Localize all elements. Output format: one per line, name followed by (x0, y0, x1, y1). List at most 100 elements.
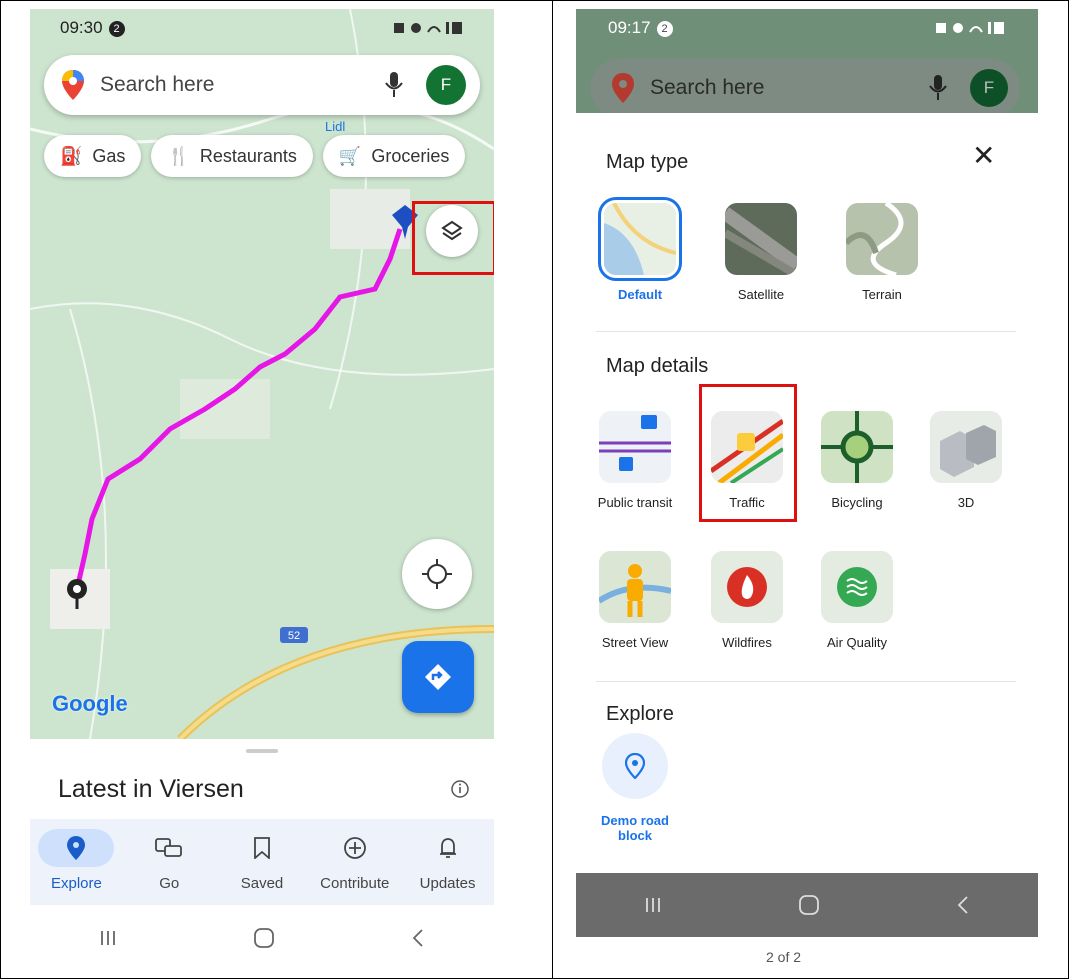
satellite-map-thumbnail (725, 203, 797, 275)
divider (596, 331, 1016, 332)
chip-groceries-label: Groceries (371, 145, 450, 166)
detail-public-transit[interactable]: Public transit (580, 411, 690, 510)
layers-panel: Map type ✕ Default Satellite Terrain Map… (576, 113, 1038, 873)
directions-icon (425, 664, 451, 690)
terrain-map-thumbnail (846, 203, 918, 275)
info-icon[interactable] (450, 779, 470, 799)
tab-saved[interactable]: Saved (216, 819, 309, 905)
gas-pump-icon: ⛽ (60, 145, 83, 166)
recent-apps-icon[interactable] (643, 895, 663, 915)
origin-pin-icon (67, 579, 87, 609)
detail-bicycling[interactable]: Bicycling (802, 411, 912, 510)
layers-panel-screen: 09:17 2 Search here F Map type ✕ Default (576, 9, 1038, 971)
sheet-drag-handle[interactable] (246, 749, 278, 753)
directions-button[interactable] (402, 641, 474, 713)
location-pin-icon (625, 753, 645, 779)
demo-road-block-button[interactable] (602, 733, 668, 799)
bottom-sheet[interactable]: Latest in Viersen Explore Go Saved Contr… (30, 739, 494, 971)
detail-bicycling-label: Bicycling (831, 495, 883, 510)
air-quality-thumbnail (821, 551, 893, 623)
detail-street-view[interactable]: Street View (580, 551, 690, 650)
detail-air-quality[interactable]: Air Quality (802, 551, 912, 650)
demo-road-block-label[interactable]: Demo road block (590, 813, 680, 843)
road-label: 52 (288, 630, 300, 642)
crosshair-icon (422, 559, 452, 589)
tab-go-label: Go (159, 875, 180, 892)
status-time: 09:17 (608, 18, 651, 37)
commute-icon (155, 838, 183, 857)
back-icon[interactable] (955, 894, 971, 916)
map-type-satellite[interactable]: Satellite (706, 203, 816, 302)
lidl-label: Lidl (325, 119, 345, 134)
detail-3d-label: 3D (957, 495, 975, 510)
bottom-navigation: Explore Go Saved Contribute Updates (30, 819, 494, 905)
home-icon[interactable] (253, 927, 275, 949)
bell-icon (439, 838, 456, 858)
chip-gas[interactable]: ⛽ Gas (44, 135, 142, 177)
google-logo: Google (52, 691, 128, 716)
cart-icon: 🛒 (338, 145, 362, 166)
home-icon[interactable] (798, 894, 820, 916)
bicycling-thumbnail (821, 411, 893, 483)
map-type-default[interactable]: Default (585, 197, 695, 302)
tab-explore[interactable]: Explore (30, 819, 123, 905)
tab-contribute-label: Contribute (320, 875, 390, 892)
traffic-highlight-box (699, 384, 797, 522)
maps-home-screen: 52 Lidl 09:30 2 Search here F ⛽ Gas 🍴 Resta… (30, 9, 494, 971)
detail-wildfires[interactable]: Wildfires (692, 551, 802, 650)
public-transit-thumbnail (599, 411, 671, 483)
status-time: 09:30 (60, 18, 103, 37)
map-details-title: Map details (606, 355, 709, 377)
recent-apps-icon[interactable] (98, 928, 118, 948)
tab-go[interactable]: Go (123, 819, 216, 905)
detail-street-view-label: Street View (601, 635, 669, 650)
category-chips: ⛽ Gas 🍴 Restaurants 🛒 Groceries (44, 135, 466, 177)
map-type-default-label: Default (617, 287, 663, 302)
detail-air-quality-label: Air Quality (827, 635, 887, 650)
search-input: Search here (650, 76, 765, 99)
signal-icons (394, 22, 462, 34)
notification-badge: 2 (656, 20, 673, 37)
chip-groceries[interactable]: 🛒 Groceries (322, 135, 466, 177)
street-view-thumbnail (599, 551, 671, 623)
detail-3d[interactable]: 3D (911, 411, 1021, 510)
status-bar: 09:17 2 (576, 9, 1038, 47)
wildfires-thumbnail (711, 551, 783, 623)
maps-pin-logo-icon (612, 73, 634, 103)
status-icons (394, 20, 464, 36)
detail-public-transit-label: Public transit (597, 495, 673, 510)
account-avatar[interactable]: F (426, 65, 466, 105)
notification-badge: 2 (108, 20, 125, 37)
sheet-title: Latest in Viersen (58, 775, 244, 803)
add-circle-icon (343, 837, 366, 859)
tab-updates-label: Updates (419, 875, 476, 892)
microphone-icon[interactable] (384, 72, 404, 98)
layers-highlight-box (412, 201, 494, 275)
map-canvas[interactable]: 52 Lidl (30, 9, 494, 739)
account-avatar: F (970, 69, 1008, 107)
search-bar[interactable]: Search here F (44, 55, 480, 115)
map-type-title: Map type (606, 151, 689, 173)
left-screenshot-frame: 52 Lidl 09:30 2 Search here F ⛽ Gas 🍴 Resta… (0, 0, 553, 979)
my-location-button[interactable] (402, 539, 472, 609)
system-navigation-bar (30, 905, 494, 971)
fork-knife-icon: 🍴 (167, 145, 190, 166)
tab-contribute[interactable]: Contribute (308, 819, 401, 905)
3d-thumbnail (930, 411, 1002, 483)
tab-saved-label: Saved (240, 875, 284, 892)
maps-pin-logo-icon (62, 70, 84, 100)
map-type-terrain-label: Terrain (862, 287, 902, 302)
search-input[interactable]: Search here (100, 73, 384, 97)
map-drawing: 52 Lidl (30, 9, 494, 739)
tab-updates[interactable]: Updates (401, 819, 494, 905)
back-icon[interactable] (410, 927, 426, 949)
map-type-terrain[interactable]: Terrain (827, 203, 937, 302)
close-icon[interactable]: ✕ (972, 139, 995, 172)
search-bar-dimmed: Search here F (590, 59, 1020, 117)
map-type-satellite-label: Satellite (737, 287, 785, 302)
chip-restaurants[interactable]: 🍴 Restaurants (151, 135, 313, 177)
right-screenshot-frame: 09:17 2 Search here F Map type ✕ Default (553, 0, 1069, 979)
detail-wildfires-label: Wildfires (722, 635, 772, 650)
system-navigation-bar (576, 873, 1038, 937)
chip-restaurants-label: Restaurants (199, 145, 297, 166)
